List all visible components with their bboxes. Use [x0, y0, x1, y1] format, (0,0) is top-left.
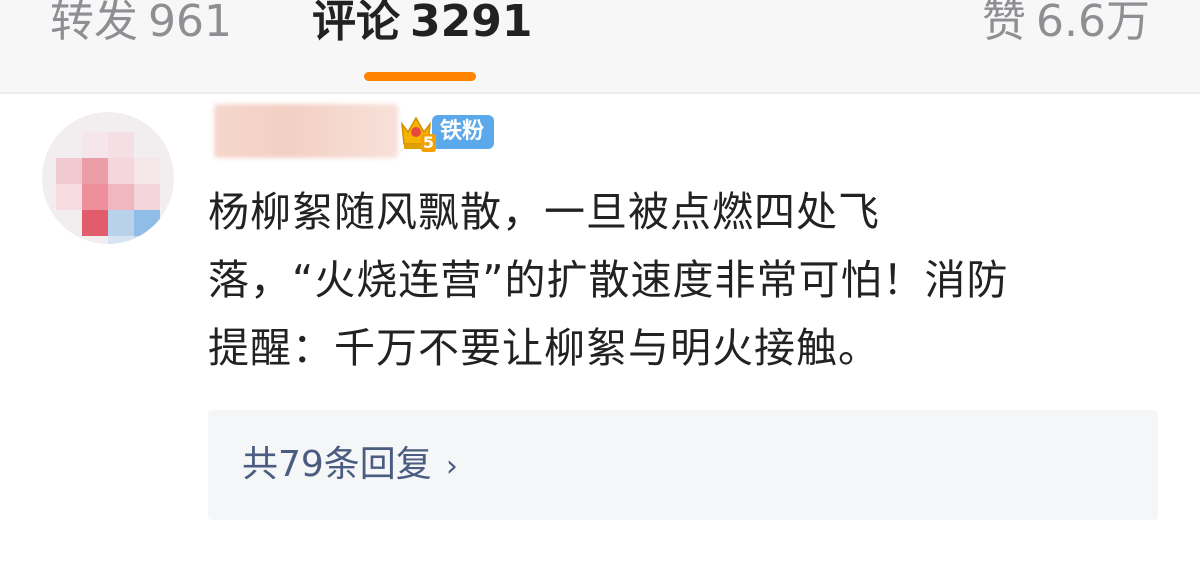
- avatar-mosaic-tile: [108, 132, 134, 158]
- replies-box[interactable]: 共79条回复 ›: [208, 410, 1158, 520]
- avatar-mosaic-tile: [82, 210, 108, 236]
- fan-level: 5: [420, 133, 436, 152]
- action-bar-partial: [0, 548, 1200, 566]
- comment-line: 杨柳絮随风飘散，一旦被点燃四处飞: [208, 188, 880, 236]
- replies-label: 共79条回复: [242, 444, 432, 485]
- tab-comments-label: 评论: [312, 0, 400, 47]
- fan-badge-label: 铁粉: [432, 115, 495, 149]
- tab-bar: 转发 961 评论 3291 赞 6.6万: [0, 0, 1200, 94]
- username-redacted[interactable]: [214, 104, 398, 158]
- comment-line: 提醒：千万不要让柳絮与明火接触。: [208, 324, 880, 372]
- avatar-mosaic-tile: [82, 184, 108, 210]
- fan-badge[interactable]: 5 铁粉: [398, 110, 495, 154]
- comment-line: 落，“火烧连营”的扩散速度非常可怕！消防: [208, 256, 1009, 304]
- tab-repost-count: 961: [148, 0, 232, 47]
- avatar-mosaic-tile: [108, 184, 134, 210]
- avatar-mosaic-tile: [134, 236, 160, 244]
- tab-likes[interactable]: 赞 6.6万: [982, 0, 1150, 50]
- avatar-mosaic-tile: [56, 158, 82, 184]
- avatar-mosaic-tile: [134, 184, 160, 210]
- crown-icon: 5: [398, 110, 436, 154]
- tab-likes-label: 赞: [982, 0, 1027, 47]
- comment-text: 杨柳絮随风飘散，一旦被点燃四处飞 落，“火烧连营”的扩散速度非常可怕！消防 提醒…: [208, 178, 1158, 382]
- avatar-mosaic-tile: [134, 158, 160, 184]
- tab-comments[interactable]: 评论 3291: [312, 0, 532, 50]
- tab-likes-count: 6.6万: [1036, 0, 1150, 47]
- avatar[interactable]: [42, 112, 174, 244]
- avatar-mosaic-tile: [82, 158, 108, 184]
- tab-repost[interactable]: 转发 961: [50, 0, 232, 50]
- chevron-right-icon: ›: [445, 449, 458, 484]
- active-tab-indicator: [364, 72, 476, 81]
- avatar-mosaic-tile: [56, 184, 82, 210]
- avatar-mosaic-tile: [108, 236, 134, 244]
- avatar-mosaic-tile: [108, 210, 134, 236]
- view-replies-link[interactable]: 共79条回复 ›: [242, 440, 458, 492]
- avatar-mosaic-tile: [108, 158, 134, 184]
- tab-comments-count: 3291: [410, 0, 533, 47]
- tab-repost-label: 转发: [50, 0, 138, 47]
- avatar-mosaic-tile: [134, 210, 160, 236]
- avatar-mosaic-tile: [82, 132, 108, 158]
- comment-screen: 转发 961 评论 3291 赞 6.6万 5 铁粉 杨柳絮随风飘散，一旦被点燃…: [0, 0, 1200, 566]
